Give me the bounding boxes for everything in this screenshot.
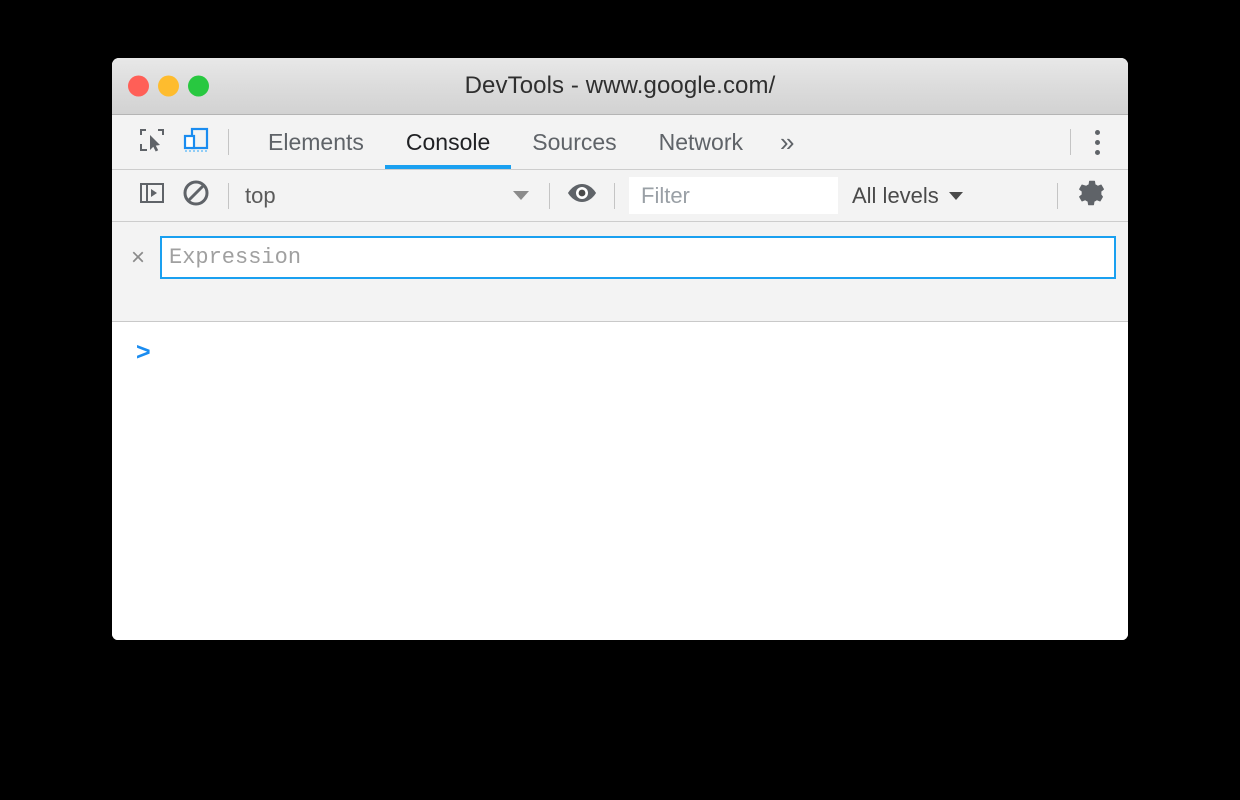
clear-console-icon [182,179,210,212]
chevron-down-icon [513,191,529,200]
create-live-expression-icon [566,181,598,210]
execution-context-label: top [245,182,276,208]
tabbar-divider [228,129,229,155]
zoom-window-button[interactable] [188,75,209,97]
tab-sources-label: Sources [532,128,617,155]
minimize-window-button[interactable] [158,75,179,97]
execution-context-selector[interactable]: top [239,178,539,214]
devtools-window: DevTools - www.google.com/ Elements Cons… [112,58,1128,640]
create-live-expression-button[interactable] [560,174,604,218]
console-toolbar: top All levels [112,170,1128,222]
customize-devtools-button[interactable] [1081,129,1114,155]
more-vertical-icon-dot [1095,129,1100,135]
console-toolbar-right [1047,174,1128,218]
more-vertical-icon-dot [1095,149,1100,155]
remove-live-expression-button[interactable]: × [124,244,152,272]
log-level-label: All levels [852,182,939,208]
console-toolbar-divider-4 [1057,182,1058,209]
tab-elements-label: Elements [268,128,364,155]
console-toolbar-divider-3 [614,182,615,209]
chevron-down-icon [948,191,963,200]
console-sidebar-icon [139,180,165,211]
more-vertical-icon-dot [1095,139,1100,145]
window-title: DevTools - www.google.com/ [464,72,776,99]
inspect-element-icon [139,127,165,158]
traffic-lights [128,75,209,97]
tabbar-right-group [1060,129,1128,155]
devtools-tab-bar: Elements Console Sources Network » [112,115,1128,170]
tab-console-label: Console [405,128,491,155]
tabbar-right-divider [1070,129,1071,155]
tab-elements[interactable]: Elements [247,115,385,169]
console-prompt-chevron-icon: > [136,338,151,366]
inspect-element-button[interactable] [130,120,174,164]
console-toolbar-divider-2 [549,182,550,209]
live-expression-panel: × [112,222,1128,322]
tab-network[interactable]: Network [638,115,764,169]
chevron-double-right-icon: » [780,126,795,157]
live-expression-row: × [124,236,1116,279]
gear-icon [1075,178,1105,213]
console-toolbar-divider-1 [228,182,229,209]
console-filter-input[interactable] [629,177,838,214]
more-tabs-button[interactable]: » [764,115,810,169]
tab-network-label: Network [658,128,743,155]
console-settings-button[interactable] [1068,174,1112,218]
title-bar: DevTools - www.google.com/ [112,58,1128,115]
console-sidebar-button[interactable] [130,174,174,218]
tab-console[interactable]: Console [384,115,512,169]
close-icon: × [130,243,145,271]
log-level-selector[interactable]: All levels [838,183,977,209]
toggle-device-toolbar-button[interactable] [174,120,218,164]
device-toolbar-icon [182,126,210,159]
close-window-button[interactable] [128,75,149,97]
live-expression-input[interactable] [160,236,1116,279]
console-output-area[interactable]: > [112,322,1128,640]
tab-sources[interactable]: Sources [511,115,637,169]
panel-tabs: Elements Console Sources Network » [247,115,810,169]
clear-console-button[interactable] [174,174,218,218]
